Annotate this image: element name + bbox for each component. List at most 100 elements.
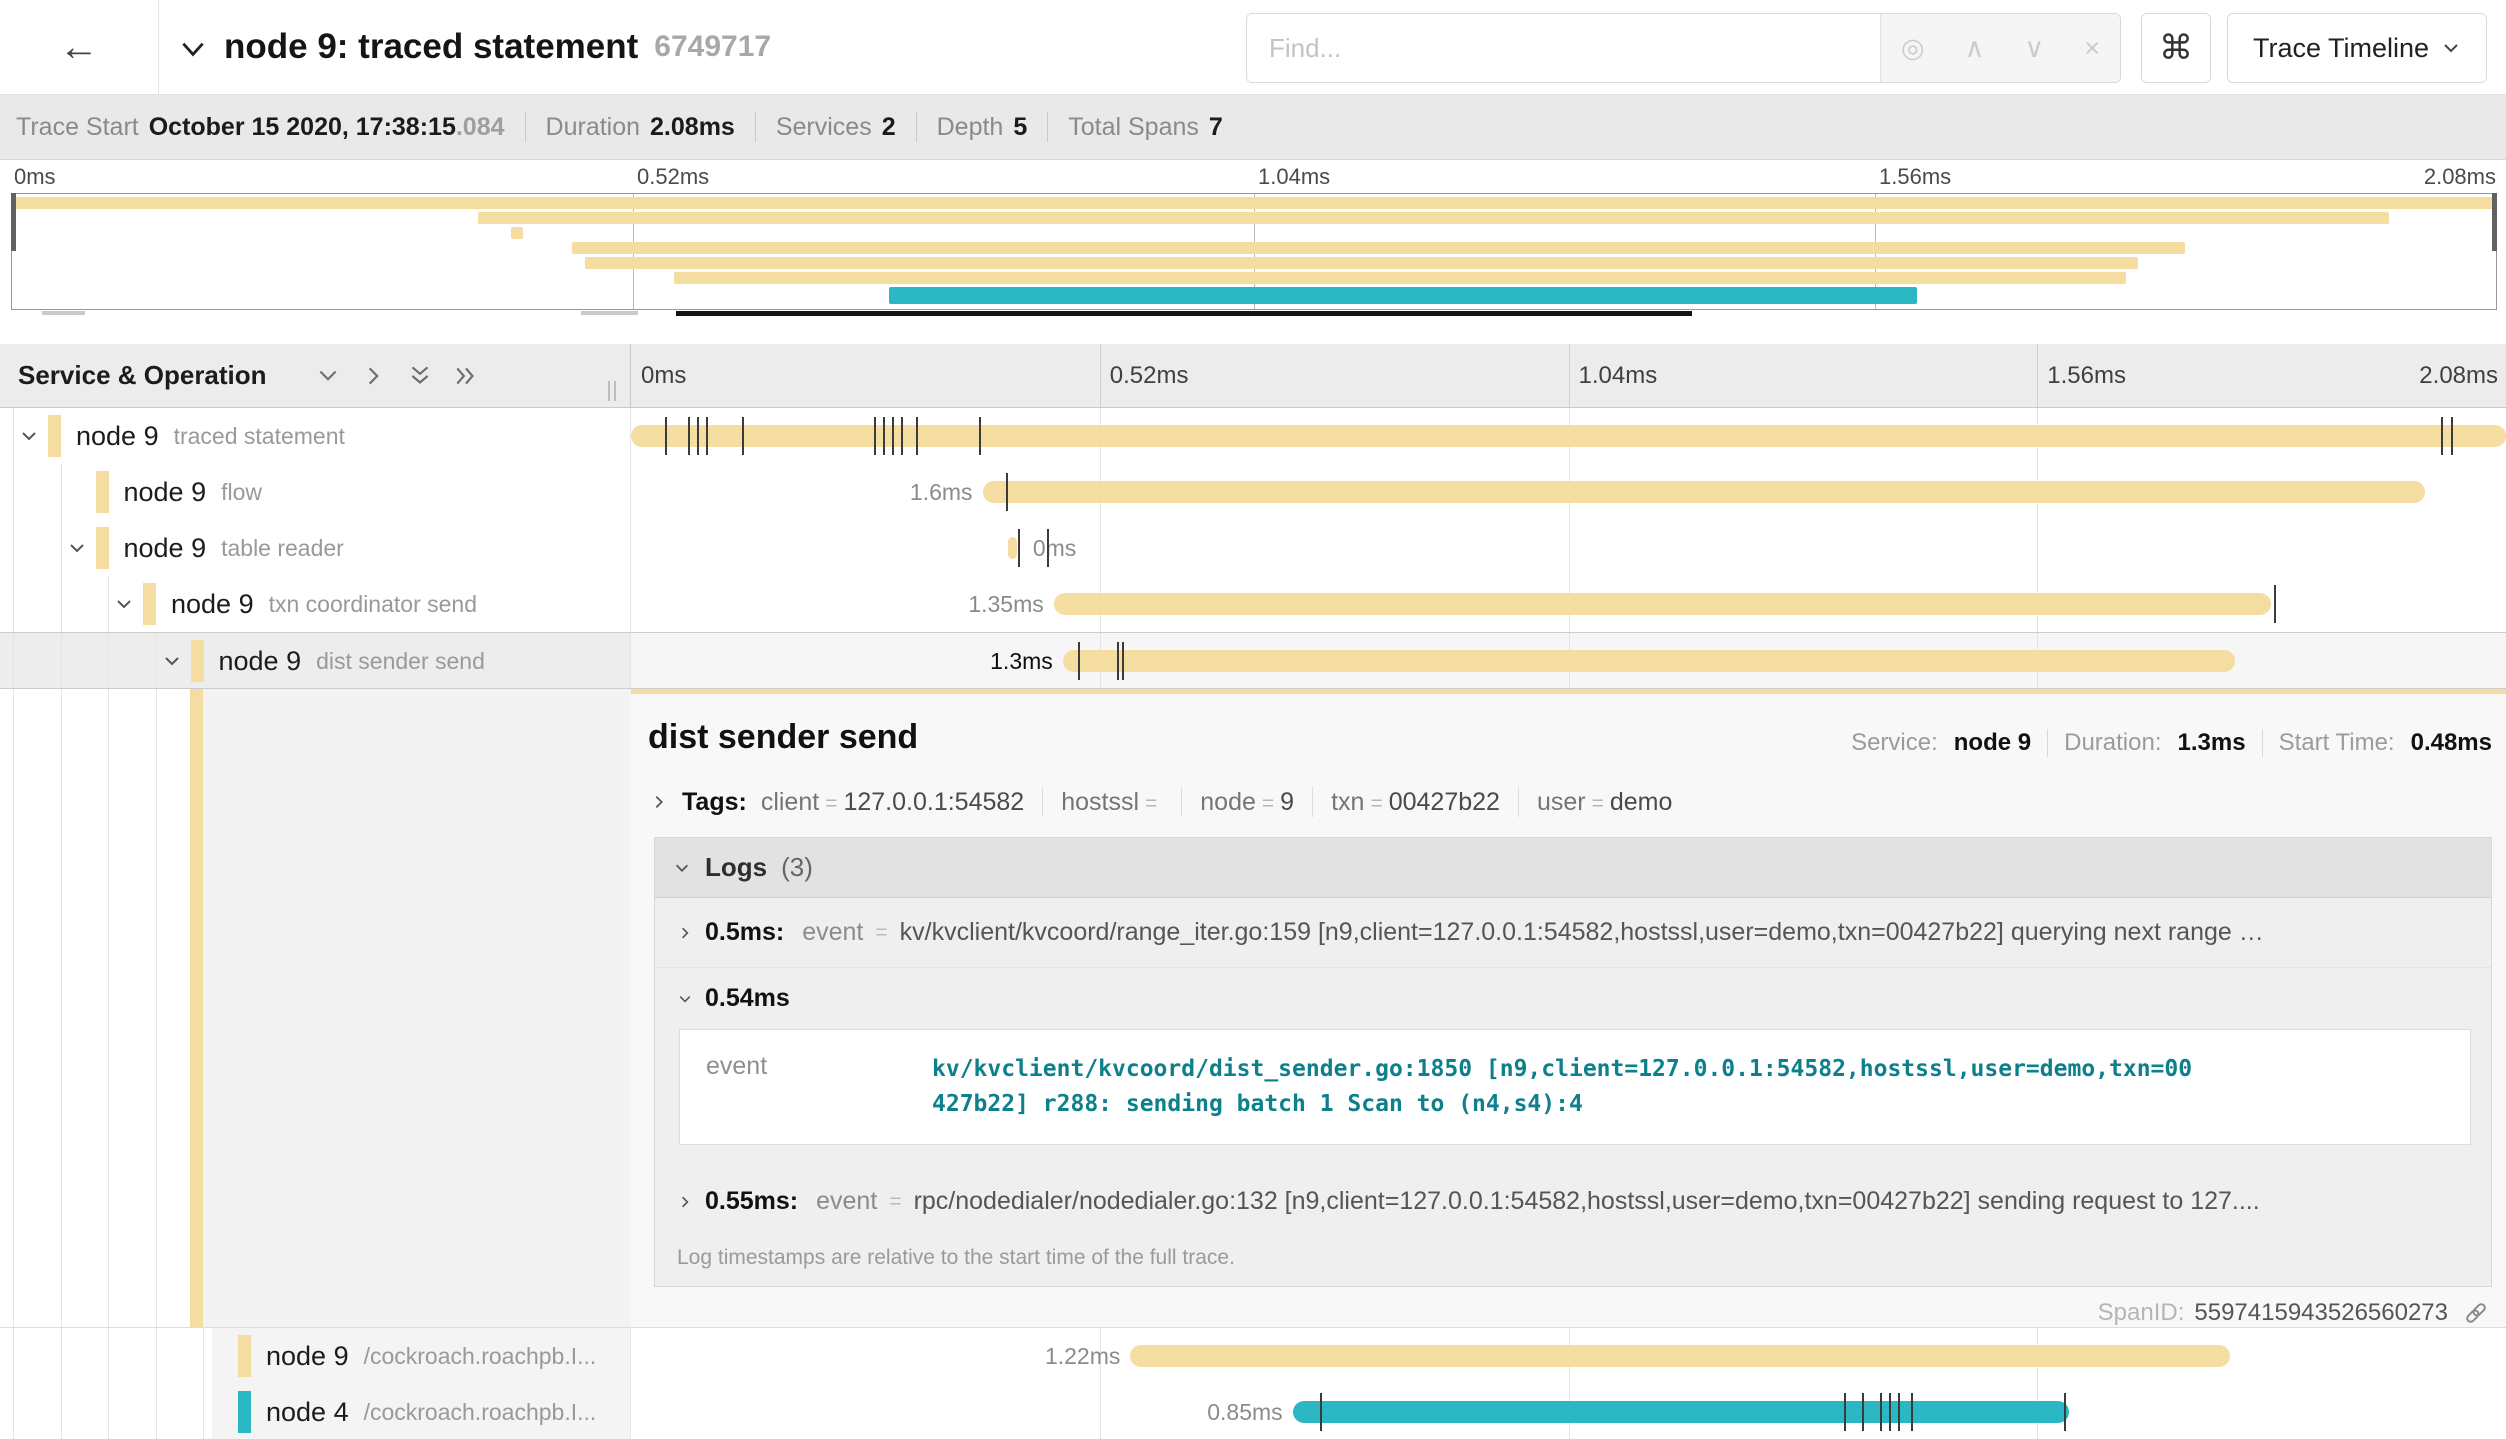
span-color-block (96, 527, 109, 569)
log-entry-expanded: 0.54ms event kv/kvclient/kvcoord/dist_se… (655, 967, 2491, 1167)
tree-guide-line (108, 689, 109, 1327)
log-marker-tick (1078, 642, 1080, 680)
span-timeline-cell[interactable] (631, 408, 2506, 464)
page-title: node 9: traced statement (224, 27, 638, 67)
chevron-down-icon (2441, 38, 2461, 58)
minimap-right-handle[interactable] (2492, 193, 2497, 251)
span-name-cell[interactable]: node 9traced statement (0, 408, 631, 464)
expand-one-button[interactable] (361, 363, 387, 389)
tree-guide-line (108, 576, 109, 632)
clear-search-icon[interactable]: × (2084, 33, 2100, 64)
logs-toggle[interactable]: Logs (3) (655, 838, 2491, 898)
tags-toggle[interactable]: Tags: client=127.0.0.1:54582hostssl=node… (648, 771, 2496, 831)
span-name-cell[interactable]: node 4/cockroach.roachpb.I... (0, 1384, 631, 1439)
span-expander-icon[interactable] (162, 651, 182, 671)
span-bar[interactable] (1130, 1345, 2230, 1367)
find-bar: ◎ ∧ ∨ × (1246, 13, 2121, 83)
locate-icon[interactable]: ◎ (1901, 33, 1925, 64)
span-name-cell[interactable]: node 9txn coordinator send (0, 576, 631, 632)
service-name: node 9 (266, 1341, 349, 1372)
span-name-cell[interactable]: node 9table reader (0, 520, 631, 576)
back-button[interactable]: ← (53, 26, 105, 68)
collapse-trace-header-icon[interactable] (178, 34, 208, 64)
span-expander-icon[interactable] (67, 538, 87, 558)
trace-view-dropdown[interactable]: Trace Timeline (2227, 13, 2487, 83)
span-color-stripe (190, 689, 203, 1327)
span-duration-label: 0.85ms (1207, 1384, 1282, 1439)
span-name-cell[interactable]: node 9/cockroach.roachpb.I... (0, 1328, 631, 1384)
span-row[interactable]: node 4/cockroach.roachpb.I... 0.85ms (0, 1384, 2506, 1439)
minimap-canvas[interactable] (11, 193, 2497, 310)
minimap-left-handle[interactable] (11, 193, 16, 251)
span-expander-icon[interactable] (114, 594, 134, 614)
minimap-tick-label: 0ms (14, 164, 56, 190)
tree-guide-line (13, 576, 14, 632)
service-name: node 9 (171, 589, 254, 620)
service-name: node 9 (76, 421, 159, 452)
span-bar[interactable] (1293, 1401, 2069, 1423)
span-name-cell[interactable]: node 9dist sender send (0, 633, 631, 688)
log-marker-tick (883, 417, 885, 455)
prev-result-icon[interactable]: ∧ (1965, 33, 1985, 64)
span-name: node 4/cockroach.roachpb.I... (266, 1384, 596, 1439)
collapse-one-button[interactable] (315, 363, 341, 389)
span-bar[interactable] (1008, 537, 1017, 559)
chevron-down-icon (315, 363, 341, 389)
next-result-icon[interactable]: ∨ (2024, 33, 2044, 64)
minimap-span-bar (674, 272, 2126, 284)
span-row[interactable]: node 9/cockroach.roachpb.I...1.22ms (0, 1328, 2506, 1384)
minimap-scrubber[interactable] (11, 311, 2497, 317)
minimap-scrub-mark[interactable] (581, 311, 638, 315)
column-resizer-handle[interactable] (608, 381, 616, 401)
span-bar[interactable] (1054, 593, 2271, 615)
span-bar[interactable] (983, 481, 2425, 503)
tree-guide-line (13, 1384, 14, 1439)
log-marker-tick (1844, 1393, 1846, 1431)
log-entry[interactable]: 0.5ms: event = kv/kvclient/kvcoord/range… (655, 898, 2491, 967)
minimap-scrub-mark[interactable] (42, 311, 85, 315)
log-marker-tick (892, 417, 894, 455)
span-name-cell[interactable]: node 9flow (0, 464, 631, 520)
tree-guide-line (13, 464, 14, 520)
timeline-axis: 0ms0.52ms1.04ms1.56ms2.08ms (631, 344, 2506, 407)
timeline-tick-label: 1.56ms (2047, 344, 2126, 407)
tree-guide-line (13, 520, 14, 576)
minimap-tick-label: 0.52ms (637, 164, 709, 190)
expand-all-button[interactable] (453, 363, 479, 389)
tag-value: 9 (1280, 788, 1294, 816)
span-timeline-cell[interactable]: 1.6ms (631, 464, 2506, 520)
span-detail-indent (0, 689, 631, 1327)
keyboard-shortcuts-button[interactable]: ⌘ (2141, 13, 2211, 83)
span-name: node 9dist sender send (219, 633, 485, 689)
tag-key: hostssl (1061, 788, 1139, 816)
collapse-all-button[interactable] (407, 363, 433, 389)
span-timeline-cell[interactable]: 1.3ms (631, 633, 2506, 688)
find-input[interactable] (1247, 14, 1880, 82)
span-bar[interactable] (631, 425, 2506, 447)
divider (1181, 787, 1182, 817)
span-row[interactable]: node 9traced statement (0, 408, 2506, 464)
gridline (1569, 344, 1570, 407)
span-row[interactable]: node 9txn coordinator send1.35ms (0, 576, 2506, 632)
deep-link-icon[interactable] (2462, 1299, 2490, 1327)
log-toggle[interactable]: 0.54ms (677, 984, 2475, 1013)
chevron-down-icon (114, 594, 134, 614)
gridline (1100, 344, 1101, 407)
span-bar[interactable] (1063, 650, 2235, 672)
span-timeline-cell[interactable]: 1.22ms (631, 1328, 2506, 1384)
minimap-viewport-bar[interactable] (676, 311, 1692, 316)
timeline-header: Service & Operation 0ms0.52ms1.04ms1.56m… (0, 344, 2506, 408)
minimap-span-bar (478, 212, 2389, 224)
span-row[interactable]: node 9dist sender send 1.3ms (0, 632, 2506, 688)
span-row[interactable]: node 9table reader0ms (0, 520, 2506, 576)
span-color-block (96, 471, 109, 513)
minimap-span-bar (889, 287, 1917, 304)
span-timeline-cell[interactable]: 0.85ms (631, 1384, 2506, 1439)
span-timeline-cell[interactable]: 1.35ms (631, 576, 2506, 632)
tree-guide-line (108, 633, 109, 688)
log-entry[interactable]: 0.55ms: event = rpc/nodedialer/nodediale… (655, 1167, 2491, 1236)
span-timeline-cell[interactable]: 0ms (631, 520, 2506, 576)
span-expander-icon[interactable] (19, 426, 39, 446)
tree-guide-line (61, 633, 62, 688)
span-row[interactable]: node 9flow1.6ms (0, 464, 2506, 520)
